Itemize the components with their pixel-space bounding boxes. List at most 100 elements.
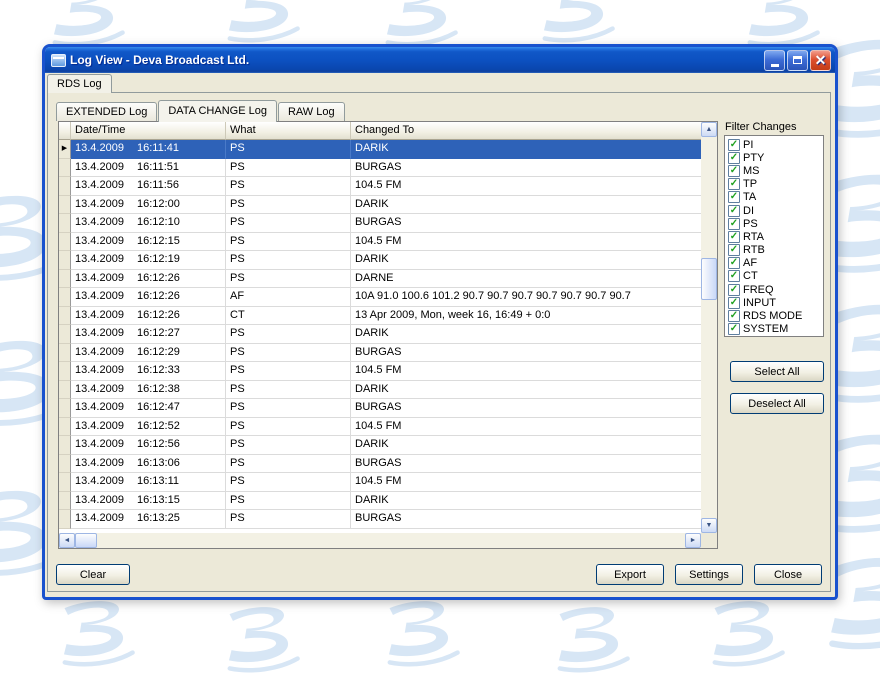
checkbox-icon[interactable]: ✓ bbox=[728, 139, 740, 151]
table-row[interactable]: 13.4.200916:12:52 PS 104.5 FM bbox=[59, 418, 701, 437]
header-changed-to[interactable]: Changed To bbox=[351, 122, 701, 140]
filter-option[interactable]: ✓ FREQ bbox=[728, 283, 823, 296]
select-all-button[interactable]: Select All bbox=[730, 361, 824, 382]
scroll-right-icon[interactable]: ► bbox=[685, 533, 701, 548]
cell-what: PS bbox=[226, 270, 351, 289]
checkbox-icon[interactable]: ✓ bbox=[728, 165, 740, 177]
row-selector bbox=[59, 492, 71, 511]
table-row[interactable]: 13.4.200916:12:15 PS 104.5 FM bbox=[59, 233, 701, 252]
checkbox-icon[interactable]: ✓ bbox=[728, 310, 740, 322]
horizontal-scrollbar[interactable]: ◄ ► bbox=[59, 533, 701, 548]
checkbox-icon[interactable]: ✓ bbox=[728, 191, 740, 203]
filter-option-label: SYSTEM bbox=[743, 323, 788, 335]
close-dialog-button[interactable]: Close bbox=[754, 564, 822, 585]
close-button[interactable]: ✕ bbox=[810, 50, 831, 71]
settings-button[interactable]: Settings bbox=[675, 564, 743, 585]
row-selector bbox=[59, 307, 71, 326]
table-row[interactable]: 13.4.200916:12:27 PS DARIK bbox=[59, 325, 701, 344]
checkbox-icon[interactable]: ✓ bbox=[728, 244, 740, 256]
table-row[interactable]: 13.4.200916:13:11 PS 104.5 FM bbox=[59, 473, 701, 492]
checkbox-icon[interactable]: ✓ bbox=[728, 323, 740, 335]
filter-option[interactable]: ✓ RTB bbox=[728, 244, 823, 257]
table-row[interactable]: 13.4.200916:12:26 PS DARNE bbox=[59, 270, 701, 289]
window-client-area: RDS Log EXTENDED Log DATA CHANGE Log RAW… bbox=[45, 73, 835, 597]
checkbox-icon[interactable]: ✓ bbox=[728, 218, 740, 230]
table-row[interactable]: 13.4.200916:13:25 PS BURGAS bbox=[59, 510, 701, 529]
checkbox-icon[interactable]: ✓ bbox=[728, 152, 740, 164]
maximize-button[interactable] bbox=[787, 50, 808, 71]
table-row[interactable]: ▶ 13.4.200916:11:41 PS DARIK bbox=[59, 140, 701, 159]
checkbox-icon[interactable]: ✓ bbox=[728, 270, 740, 282]
table-row[interactable]: 13.4.200916:13:15 PS DARIK bbox=[59, 492, 701, 511]
header-what[interactable]: What bbox=[226, 122, 351, 140]
row-selector bbox=[59, 288, 71, 307]
filter-option[interactable]: ✓ TA bbox=[728, 191, 823, 204]
tab-data-change-log[interactable]: DATA CHANGE Log bbox=[158, 100, 277, 122]
vertical-scrollbar[interactable]: ▲ ▼ bbox=[701, 122, 717, 533]
tab-extended-log[interactable]: EXTENDED Log bbox=[56, 102, 157, 121]
horizontal-scroll-thumb[interactable] bbox=[75, 533, 97, 548]
filter-option[interactable]: ✓ SYSTEM bbox=[728, 323, 823, 336]
checkbox-icon[interactable]: ✓ bbox=[728, 178, 740, 190]
table-row[interactable]: 13.4.200916:12:19 PS DARIK bbox=[59, 251, 701, 270]
titlebar[interactable]: Log View - Deva Broadcast Ltd. ✕ bbox=[45, 47, 835, 73]
row-selector bbox=[59, 344, 71, 363]
grid-header: Date/Time What Changed To bbox=[59, 122, 701, 140]
filter-option[interactable]: ✓ CT bbox=[728, 270, 823, 283]
checkbox-icon[interactable]: ✓ bbox=[728, 284, 740, 296]
filter-option[interactable]: ✓ DI bbox=[728, 204, 823, 217]
close-icon: ✕ bbox=[815, 53, 827, 67]
cell-datetime: 13.4.200916:13:11 bbox=[71, 473, 226, 492]
filter-option[interactable]: ✓ TP bbox=[728, 178, 823, 191]
window-title: Log View - Deva Broadcast Ltd. bbox=[70, 53, 764, 67]
checkbox-icon[interactable]: ✓ bbox=[728, 231, 740, 243]
filter-option[interactable]: ✓ PI bbox=[728, 138, 823, 151]
filter-option[interactable]: ✓ RDS MODE bbox=[728, 309, 823, 322]
row-selector bbox=[59, 399, 71, 418]
vertical-scroll-thumb[interactable] bbox=[701, 258, 717, 300]
scroll-down-icon[interactable]: ▼ bbox=[701, 518, 717, 533]
scroll-up-icon[interactable]: ▲ bbox=[701, 122, 717, 137]
header-datetime[interactable]: Date/Time bbox=[71, 122, 226, 140]
filter-option[interactable]: ✓ INPUT bbox=[728, 296, 823, 309]
cell-changed-to: BURGAS bbox=[351, 455, 701, 474]
table-row[interactable]: 13.4.200916:13:06 PS BURGAS bbox=[59, 455, 701, 474]
table-row[interactable]: 13.4.200916:12:00 PS DARIK bbox=[59, 196, 701, 215]
table-row[interactable]: 13.4.200916:12:29 PS BURGAS bbox=[59, 344, 701, 363]
filter-option[interactable]: ✓ PS bbox=[728, 217, 823, 230]
scroll-left-icon[interactable]: ◄ bbox=[59, 533, 75, 548]
row-selector bbox=[59, 214, 71, 233]
filter-option[interactable]: ✓ MS bbox=[728, 164, 823, 177]
row-selector bbox=[59, 159, 71, 178]
filter-option[interactable]: ✓ PTY bbox=[728, 151, 823, 164]
checkbox-icon[interactable]: ✓ bbox=[728, 297, 740, 309]
row-selector bbox=[59, 233, 71, 252]
minimize-icon bbox=[771, 64, 779, 67]
clear-button[interactable]: Clear bbox=[56, 564, 130, 585]
cell-datetime: 13.4.200916:12:26 bbox=[71, 270, 226, 289]
tab-rds-log[interactable]: RDS Log bbox=[47, 74, 112, 93]
table-row[interactable]: 13.4.200916:12:26 AF 10A 91.0 100.6 101.… bbox=[59, 288, 701, 307]
cell-what: CT bbox=[226, 307, 351, 326]
deselect-all-button[interactable]: Deselect All bbox=[730, 393, 824, 414]
minimize-button[interactable] bbox=[764, 50, 785, 71]
table-row[interactable]: 13.4.200916:12:56 PS DARIK bbox=[59, 436, 701, 455]
cell-what: PS bbox=[226, 159, 351, 178]
table-row[interactable]: 13.4.200916:12:47 PS BURGAS bbox=[59, 399, 701, 418]
cell-changed-to: 104.5 FM bbox=[351, 473, 701, 492]
export-button[interactable]: Export bbox=[596, 564, 664, 585]
table-row[interactable]: 13.4.200916:12:10 PS BURGAS bbox=[59, 214, 701, 233]
checkbox-icon[interactable]: ✓ bbox=[728, 257, 740, 269]
table-row[interactable]: 13.4.200916:12:38 PS DARIK bbox=[59, 381, 701, 400]
table-row[interactable]: 13.4.200916:12:33 PS 104.5 FM bbox=[59, 362, 701, 381]
filter-option[interactable]: ✓ RTA bbox=[728, 230, 823, 243]
cell-what: PS bbox=[226, 344, 351, 363]
tab-raw-log[interactable]: RAW Log bbox=[278, 102, 345, 121]
filter-option[interactable]: ✓ AF bbox=[728, 257, 823, 270]
table-row[interactable]: 13.4.200916:12:26 CT 13 Apr 2009, Mon, w… bbox=[59, 307, 701, 326]
table-row[interactable]: 13.4.200916:11:51 PS BURGAS bbox=[59, 159, 701, 178]
table-row[interactable]: 13.4.200916:11:56 PS 104.5 FM bbox=[59, 177, 701, 196]
checkbox-icon[interactable]: ✓ bbox=[728, 205, 740, 217]
cell-changed-to: BURGAS bbox=[351, 510, 701, 529]
cell-changed-to: 10A 91.0 100.6 101.2 90.7 90.7 90.7 90.7… bbox=[351, 288, 701, 307]
